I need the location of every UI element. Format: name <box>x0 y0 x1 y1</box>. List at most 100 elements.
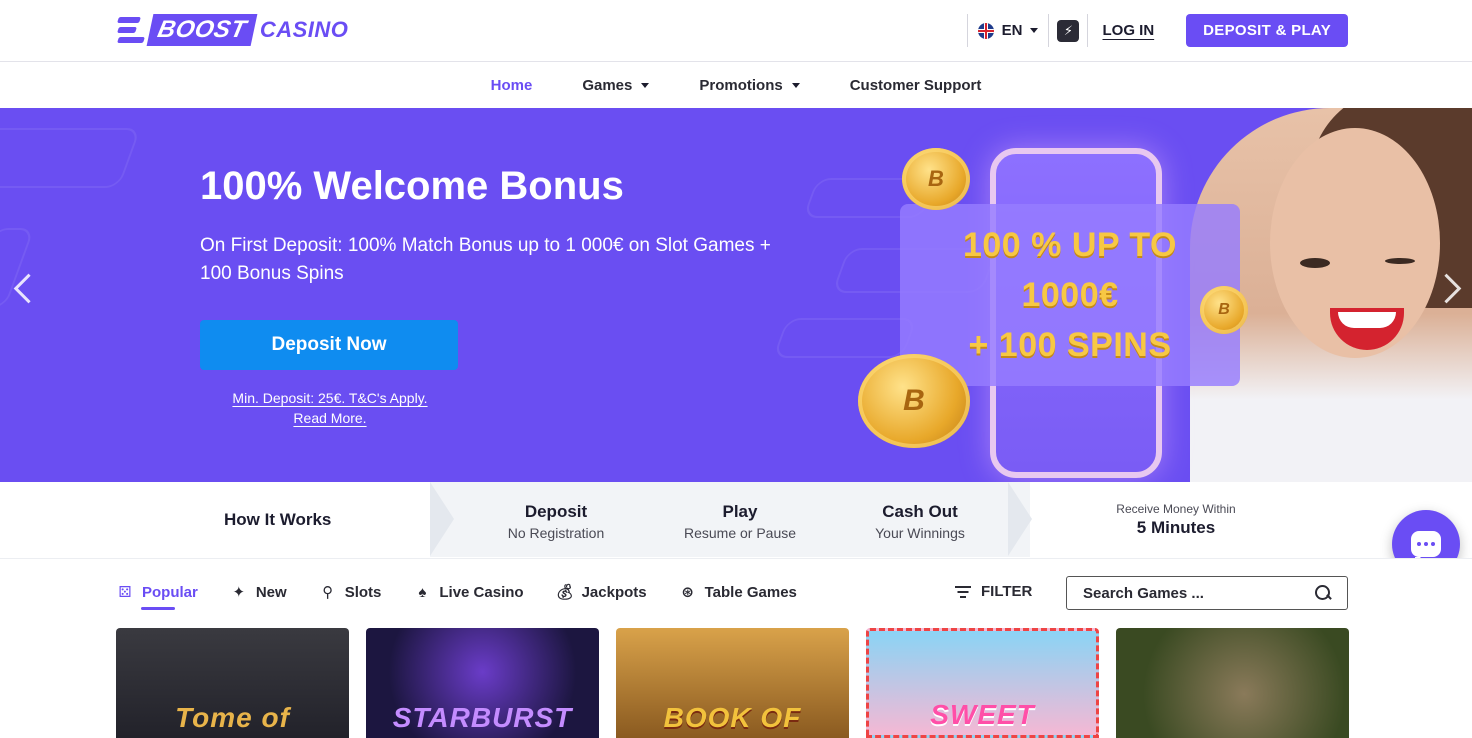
decorative-shape <box>772 318 918 358</box>
money-bag-icon: 💰︎ <box>555 584 575 601</box>
nav-item-label: Home <box>490 77 533 94</box>
hero-model-eye <box>1385 258 1415 264</box>
step-title: Play <box>722 502 758 521</box>
promo-line: 100 % UP TO <box>962 226 1177 264</box>
game-tile[interactable]: BOOK OF <box>616 628 849 738</box>
hero-model-teeth <box>1338 312 1396 328</box>
tab-label: Popular <box>142 583 198 601</box>
search-icon[interactable] <box>1315 585 1331 601</box>
terms-line: Min. Deposit: 25€. T&C's Apply. <box>232 390 428 406</box>
how-it-works-title: How It Works <box>224 510 332 529</box>
tab-jackpots[interactable]: 💰︎ Jackpots <box>555 583 647 602</box>
search-box <box>1066 576 1348 610</box>
game-category-bar: ⚄ Popular ✦ New ⚲ Slots ♠ Live Casino 💰︎… <box>0 558 1472 628</box>
tab-slots[interactable]: ⚲ Slots <box>319 583 382 602</box>
game-title: BOOK OF <box>663 702 802 733</box>
logo-mark-icon <box>117 13 146 47</box>
language-selector[interactable]: EN <box>976 22 1041 39</box>
filter-label: FILTER <box>981 583 1033 600</box>
logo-word-boost: BOOST <box>146 14 258 46</box>
filter-icon <box>955 585 971 598</box>
promo-line: + 100 SPINS <box>968 326 1172 364</box>
deposit-now-button[interactable]: Deposit Now <box>200 320 458 370</box>
tab-new[interactable]: ✦ New <box>230 583 287 602</box>
coin-icon <box>1200 286 1248 334</box>
header-divider <box>966 14 968 47</box>
tab-table-games[interactable]: ⊛ Table Games <box>679 583 797 602</box>
login-link[interactable]: LOG IN <box>1102 22 1154 39</box>
slot-lever-icon: ⚲ <box>322 584 334 601</box>
header-actions: EN ⚡ LOG IN DEPOSIT & PLAY <box>959 14 1348 47</box>
chevron-right-icon <box>430 482 470 557</box>
coin-icon <box>902 148 970 210</box>
header-divider <box>1087 14 1089 47</box>
game-title: Tome of <box>175 702 290 733</box>
logo-word-casino: CASINO <box>259 17 349 42</box>
nav-item-home[interactable]: Home <box>491 77 533 94</box>
boost-casino-logo[interactable]: BOOST CASINO <box>117 12 349 48</box>
step-subtitle: Resume or Pause <box>683 525 797 541</box>
step-subtitle: Your Winnings <box>875 525 965 541</box>
chevron-down-icon <box>641 83 650 88</box>
how-it-works-bar: How It Works Deposit No Registration Pla… <box>0 482 1472 557</box>
game-tile[interactable] <box>1116 628 1349 738</box>
uk-flag-icon <box>977 22 994 39</box>
dice-icon: ⚄ <box>118 584 132 601</box>
promo-line: 1000€ <box>1021 276 1119 314</box>
decorative-shape <box>0 128 141 188</box>
sparkle-icon: ✦ <box>232 584 246 601</box>
chevron-down-icon <box>791 83 800 88</box>
spade-icon: ♠ <box>418 583 427 601</box>
nav-item-label: Customer Support <box>849 77 982 94</box>
chevron-down-icon <box>1030 28 1039 33</box>
step-deposit: Deposit No Registration <box>496 502 616 541</box>
chat-bubble-icon <box>1411 531 1441 563</box>
nav-item-label: Promotions <box>699 77 783 94</box>
boost-lightning-icon[interactable]: ⚡ <box>1057 19 1080 42</box>
chip-icon: ⊛ <box>681 584 694 601</box>
read-more-line: Read More. <box>293 410 367 426</box>
nav-item-games[interactable]: Games <box>582 77 650 94</box>
carousel-next-arrow[interactable] <box>1434 268 1464 308</box>
hero-model-eye <box>1300 258 1330 268</box>
payout-time: Receive Money Within 5 Minutes <box>1090 502 1262 538</box>
category-tabs: ⚄ Popular ✦ New ⚲ Slots ♠ Live Casino 💰︎… <box>116 583 797 610</box>
site-header: BOOST CASINO EN ⚡ LOG IN DEPOSIT & PLAY <box>0 0 1472 62</box>
hero-subtitle: On First Deposit: 100% Match Bonus up to… <box>200 235 771 284</box>
game-tile[interactable]: SWEET <box>866 628 1099 738</box>
carousel-prev-arrow[interactable] <box>8 268 38 308</box>
filter-button[interactable]: FILTER <box>955 583 1032 600</box>
deposit-and-play-button[interactable]: DEPOSIT & PLAY <box>1186 14 1348 47</box>
chevron-right-icon <box>1008 482 1048 557</box>
hero-banner: 100% Welcome Bonus On First Deposit: 100… <box>0 108 1472 482</box>
payout-time-label: Receive Money Within <box>1116 502 1236 516</box>
tab-label: New <box>255 583 287 601</box>
step-cash-out: Cash Out Your Winnings <box>860 502 980 541</box>
step-title: Cash Out <box>882 502 958 521</box>
tab-label: Jackpots <box>581 583 647 601</box>
tab-popular[interactable]: ⚄ Popular <box>116 583 198 610</box>
tab-live-casino[interactable]: ♠ Live Casino <box>413 583 523 601</box>
game-tile[interactable]: STARBURST <box>366 628 599 738</box>
nav-item-promotions[interactable]: Promotions <box>699 77 800 94</box>
tab-label: Slots <box>344 583 382 601</box>
coin-icon <box>858 354 970 448</box>
terms-link[interactable]: Min. Deposit: 25€. T&C's Apply. Read Mor… <box>200 388 460 428</box>
step-title: Deposit <box>524 502 588 521</box>
nav-item-label: Games <box>582 77 633 94</box>
hero-title: 100% Welcome Bonus <box>200 164 624 208</box>
nav-item-customer-support[interactable]: Customer Support <box>850 77 982 94</box>
game-title: STARBURST <box>392 702 573 733</box>
step-play: Play Resume or Pause <box>676 502 804 541</box>
step-subtitle: No Registration <box>507 525 605 541</box>
main-nav: Home Games Promotions Customer Support <box>0 63 1472 108</box>
search-input[interactable] <box>1083 584 1315 602</box>
game-grid: Tome of STARBURST BOOK OF SWEET <box>116 628 1349 738</box>
game-tile[interactable]: Tome of <box>116 628 349 738</box>
tab-label: Live Casino <box>439 583 524 601</box>
header-divider <box>1048 14 1050 47</box>
game-title: SWEET <box>930 699 1035 730</box>
payout-time-value: 5 Minutes <box>1136 518 1216 537</box>
tab-label: Table Games <box>704 583 797 601</box>
language-label: EN <box>1001 22 1023 39</box>
